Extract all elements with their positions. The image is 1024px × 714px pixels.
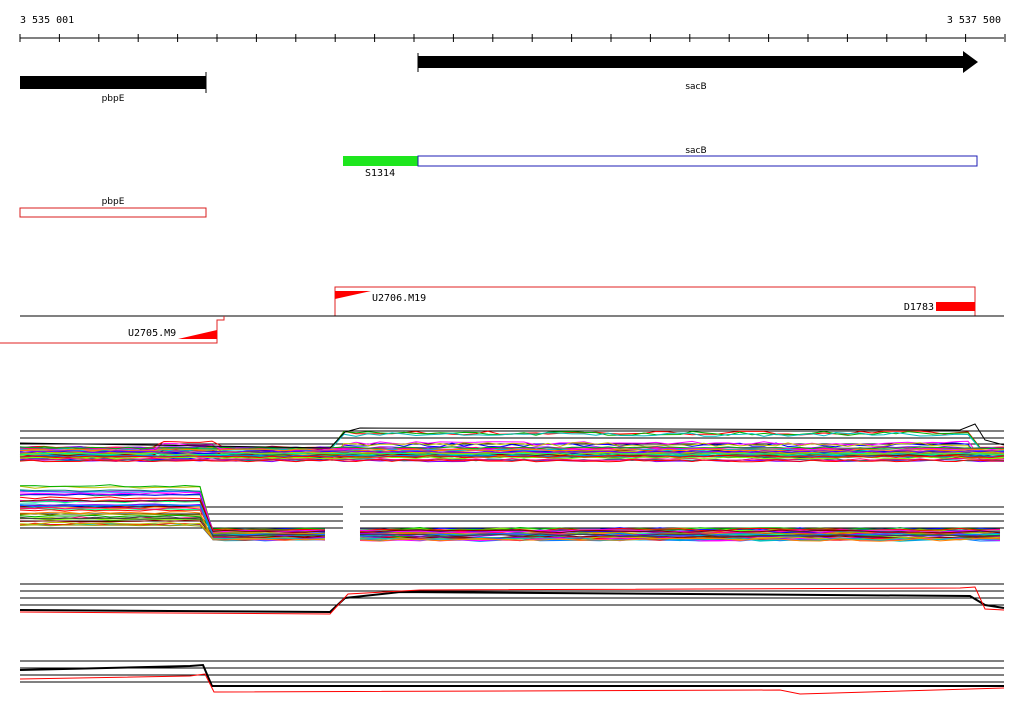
probe-d1783-label: D1783	[904, 302, 934, 313]
probe-track: U2706.M19 D1783 U2705.M9	[0, 286, 1004, 344]
gene-sacB-arrow[interactable]	[418, 51, 978, 73]
transcript-pbpE-label: pbpE	[102, 197, 125, 207]
probe-u2705-marker[interactable]	[178, 330, 217, 339]
expression-profile-b	[19, 673, 1005, 695]
ruler-end-label: 3 537 500	[947, 15, 1001, 26]
transcript-track: sacB S1314 pbpE	[19, 146, 978, 218]
transcript-sacB-label: sacB	[685, 146, 706, 156]
transcript-s1314[interactable]	[343, 156, 418, 166]
gene-track: pbpE sacB	[20, 51, 978, 104]
ruler-start-label: 3 535 001	[20, 15, 74, 26]
transcript-sacB[interactable]	[417, 155, 978, 167]
probe-d1783-marker[interactable]	[936, 302, 975, 311]
probe-u2706-region[interactable]	[334, 286, 976, 316]
expression-track-3	[19, 583, 1005, 615]
gene-pbpE-label: pbpE	[102, 94, 125, 104]
probe-u2706-marker[interactable]	[335, 291, 371, 299]
coordinate-ruler: 3 535 001 3 537 500	[19, 15, 1006, 42]
probe-u2705-label: U2705.M9	[128, 328, 176, 339]
gene-pbpE[interactable]	[20, 76, 206, 89]
expression-track-1	[19, 423, 1005, 463]
expression-profile-a	[19, 590, 1005, 614]
transcript-pbpE[interactable]	[19, 207, 207, 218]
expression-track-4	[19, 660, 1005, 695]
transcript-s1314-label: S1314	[365, 168, 395, 179]
gene-sacB-label: sacB	[685, 82, 706, 92]
probe-u2706-label: U2706.M19	[372, 293, 426, 304]
expression-track-2	[19, 484, 1004, 542]
